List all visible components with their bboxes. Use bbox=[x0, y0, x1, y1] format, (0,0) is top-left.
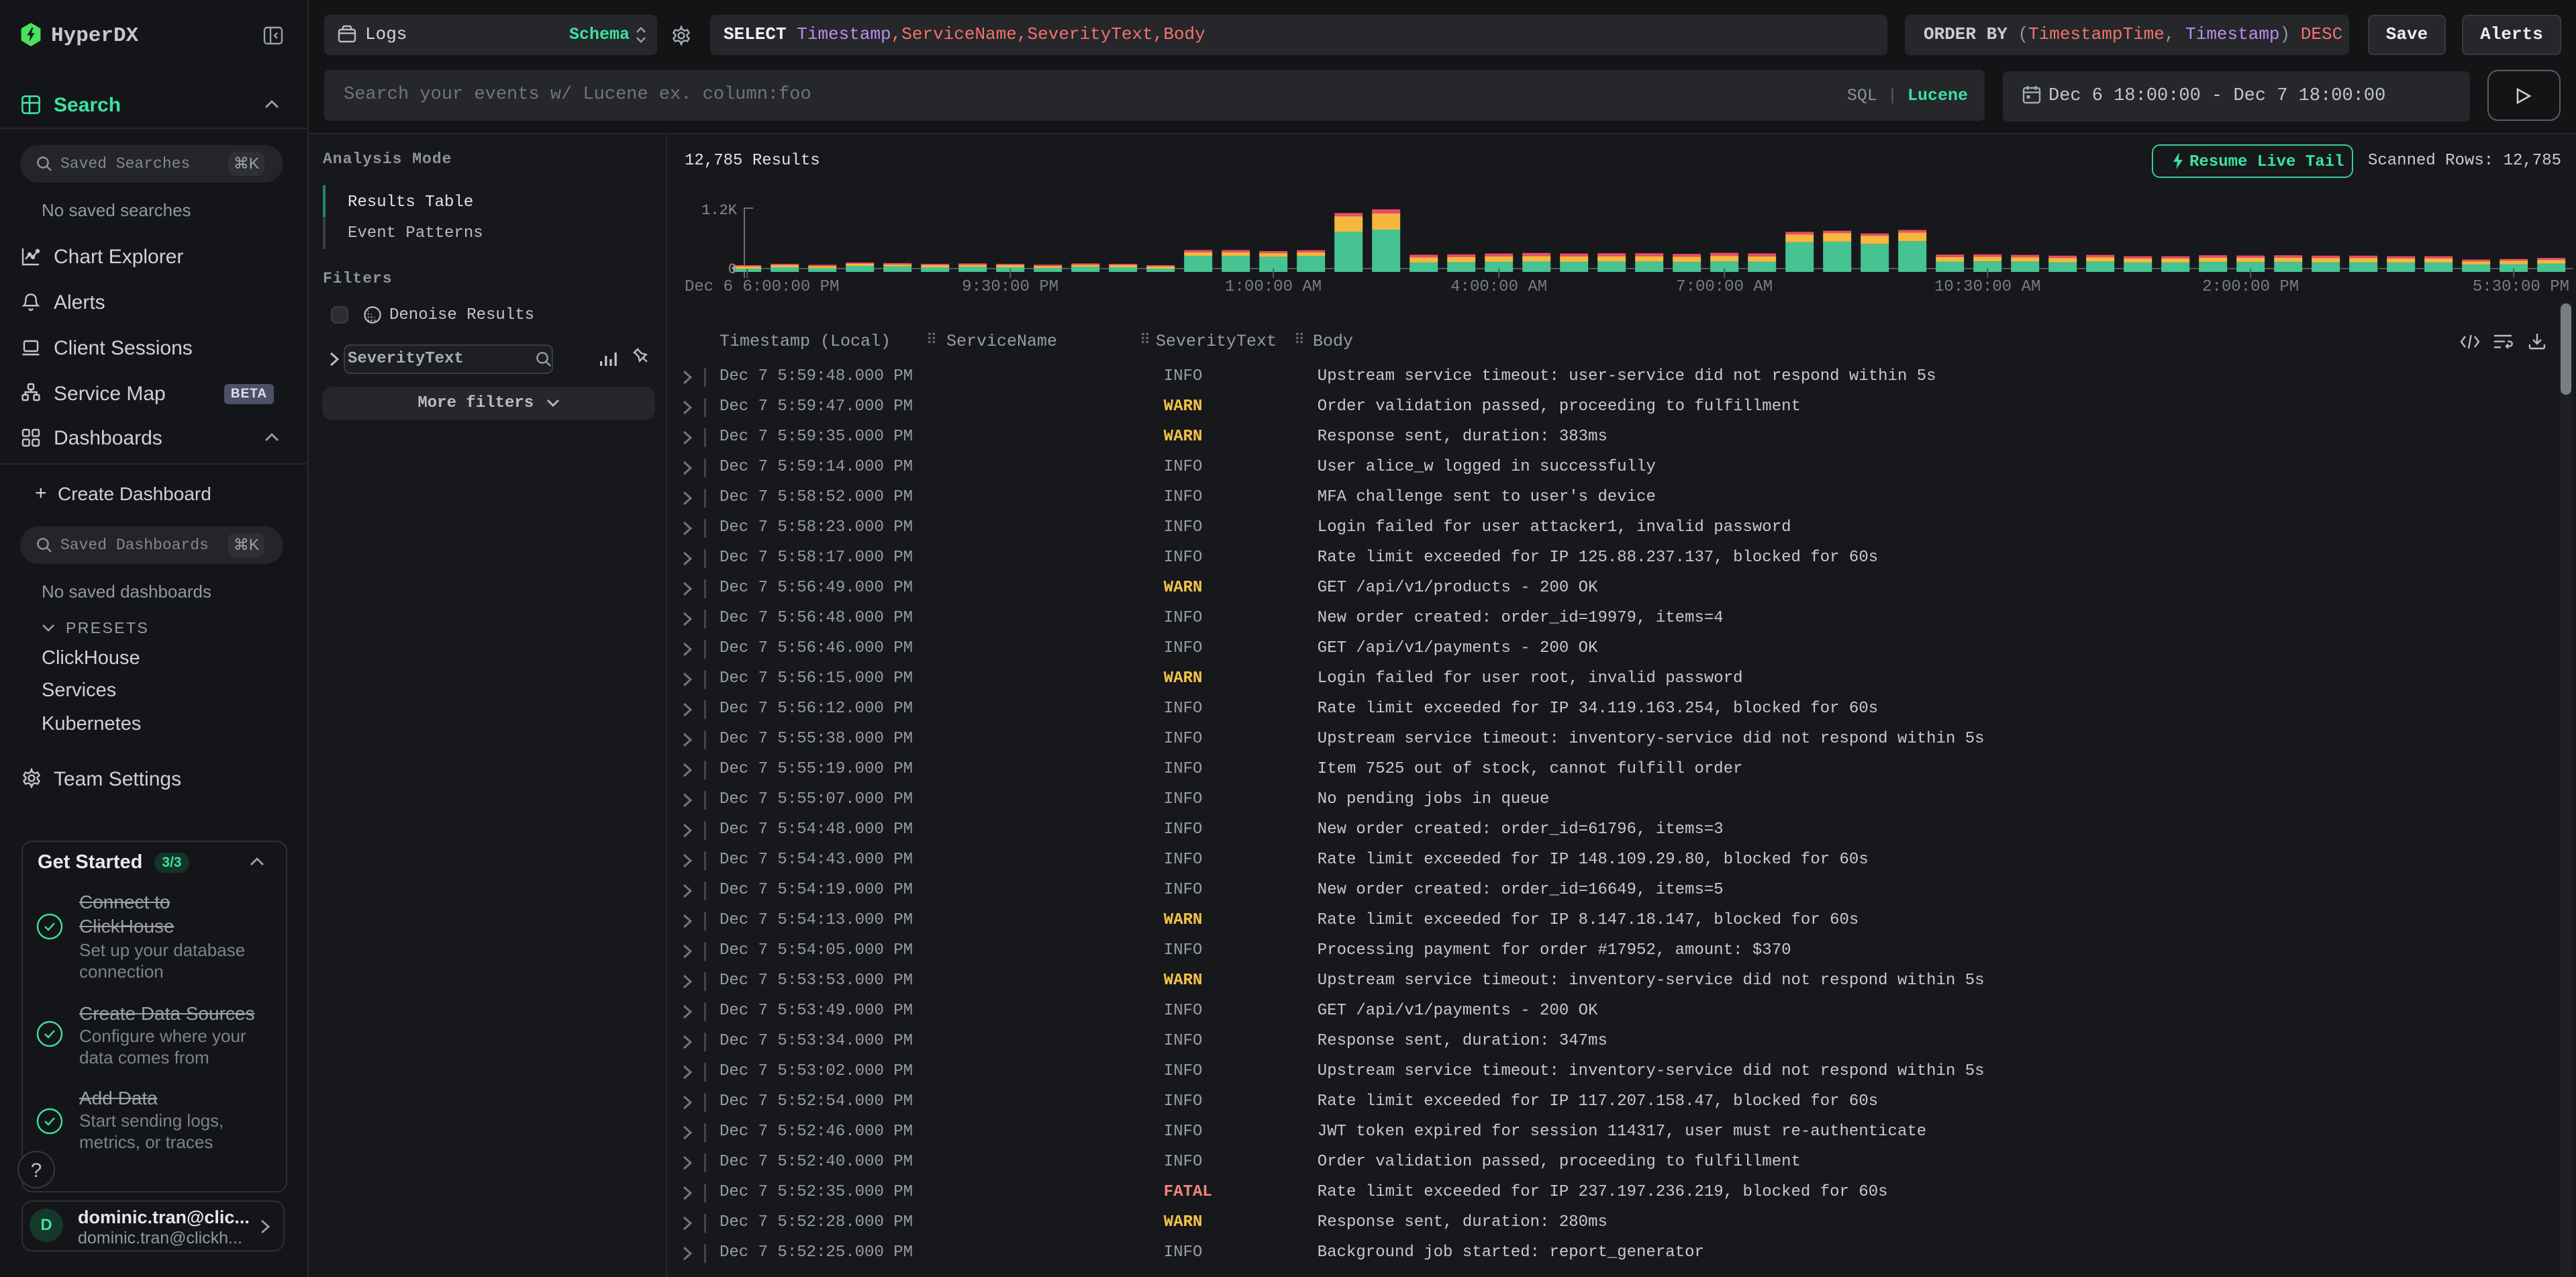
svg-text:1:00:00 AM: 1:00:00 AM bbox=[1225, 278, 1322, 296]
svg-text:0: 0 bbox=[728, 261, 737, 278]
svg-text:1.2K: 1.2K bbox=[701, 202, 738, 219]
svg-text:9:30:00 PM: 9:30:00 PM bbox=[962, 278, 1058, 296]
svg-text:5:30:00 PM: 5:30:00 PM bbox=[2473, 278, 2569, 296]
svg-text:2:00:00 PM: 2:00:00 PM bbox=[2202, 278, 2299, 296]
svg-text:7:00:00 AM: 7:00:00 AM bbox=[1676, 278, 1773, 296]
svg-text:10:30:00 AM: 10:30:00 AM bbox=[1934, 278, 2040, 296]
svg-text:Dec 6 6:00:00 PM: Dec 6 6:00:00 PM bbox=[685, 278, 839, 296]
svg-text:4:00:00 AM: 4:00:00 AM bbox=[1450, 278, 1547, 296]
